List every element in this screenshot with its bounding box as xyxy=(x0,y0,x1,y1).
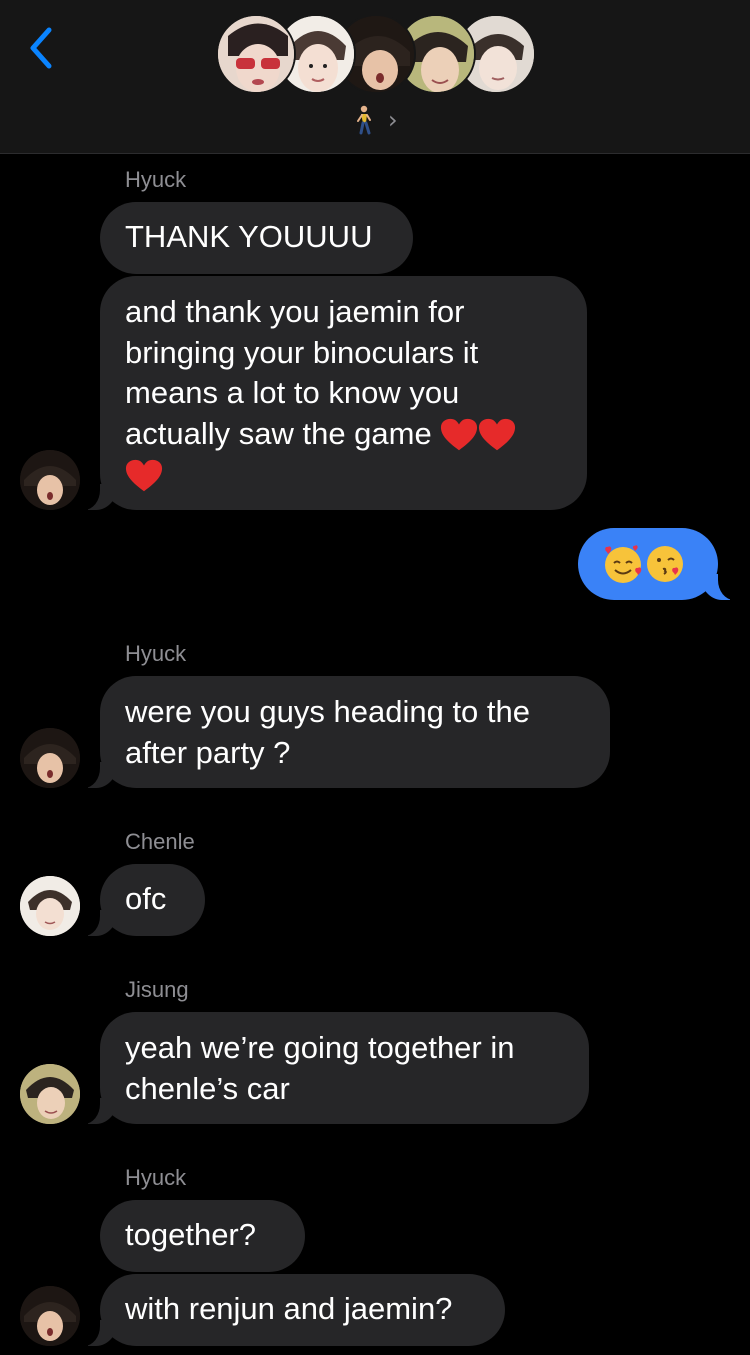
red-heart-icon xyxy=(479,419,516,451)
outgoing-message-bubble[interactable] xyxy=(578,528,746,600)
member-avatar xyxy=(216,14,296,94)
message-text-line: and thank you jaemin for xyxy=(125,294,465,329)
message-text-line: chenle’s car xyxy=(125,1070,290,1106)
walking-person-icon xyxy=(357,105,371,135)
message-bubble[interactable]: with renjun and jaemin? xyxy=(72,1274,505,1346)
message-text-line: were you guys heading to the xyxy=(125,694,530,729)
group-details-link[interactable]: › xyxy=(352,104,398,136)
message-text-line: bringing your binoculars it xyxy=(125,334,479,370)
sender-label: Chenle xyxy=(125,829,195,854)
sender-avatar[interactable] xyxy=(20,1286,80,1346)
sender-label: Hyuck xyxy=(125,1165,187,1190)
message-bubble[interactable]: ofc xyxy=(72,864,205,936)
message-bubble[interactable]: THANK YOUUUU xyxy=(100,202,413,274)
group-avatars[interactable] xyxy=(216,14,536,96)
message-bubble[interactable]: were you guys heading to the after party… xyxy=(72,676,610,788)
message-text-line: yeah we’re going together in xyxy=(125,1030,515,1065)
sender-label: Hyuck xyxy=(125,641,187,666)
smiling-face-with-hearts-icon xyxy=(605,545,642,583)
conversation-header: › xyxy=(0,0,750,154)
face-blowing-kiss-icon xyxy=(647,545,683,582)
red-heart-icon xyxy=(125,459,163,492)
message-text-line: means a lot to know you xyxy=(125,375,460,410)
sender-label: Jisung xyxy=(125,977,189,1002)
sender-avatar[interactable] xyxy=(20,450,80,510)
back-button[interactable] xyxy=(18,24,62,72)
message-bubble[interactable]: and thank you jaemin for bringing your b… xyxy=(72,276,587,510)
message-text-line: after party ? xyxy=(125,734,291,770)
chevron-right-icon: › xyxy=(388,106,398,134)
message-text: THANK YOUUUU xyxy=(125,219,373,254)
sender-avatar[interactable] xyxy=(20,1064,80,1124)
message-text: together? xyxy=(125,1217,256,1252)
sender-avatar[interactable] xyxy=(20,728,80,788)
message-text: with renjun and jaemin? xyxy=(125,1291,453,1326)
message-bubble[interactable]: together? xyxy=(100,1200,305,1272)
red-heart-icon xyxy=(441,419,478,451)
message-text: ofc xyxy=(125,881,167,916)
chevron-left-icon xyxy=(30,27,52,69)
message-text-line: actually saw the game xyxy=(125,415,432,451)
sender-label: Hyuck xyxy=(125,167,187,192)
sender-avatar[interactable] xyxy=(20,876,80,936)
message-bubble[interactable]: yeah we’re going together in chenle’s ca… xyxy=(72,1012,589,1124)
